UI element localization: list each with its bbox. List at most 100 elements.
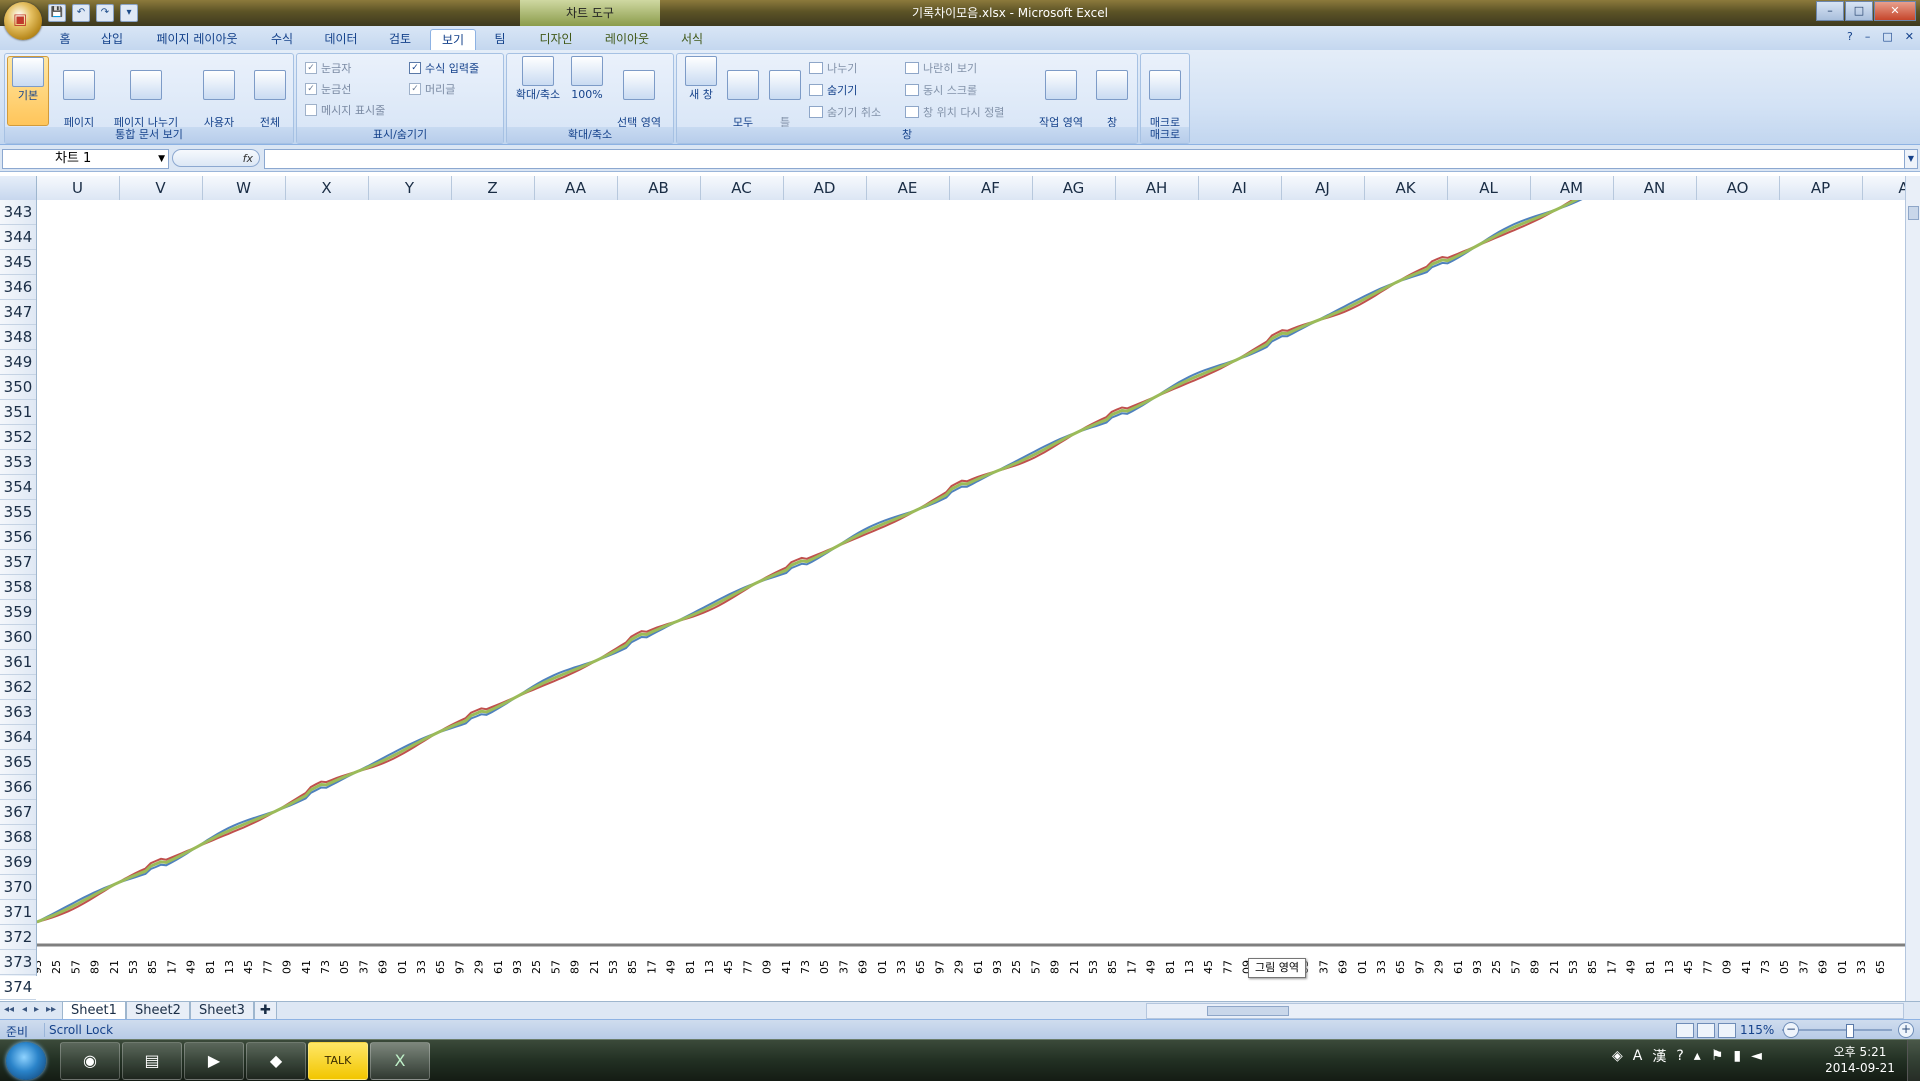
line-chart[interactable]: 93 25 57 89 21 53 85 17 49 81 13 45 77 09 41 73 05 37 69 01… [37,200,1910,976]
column-header[interactable]: AB [617,176,701,200]
last-sheet-icon[interactable]: ▸▸ [46,1004,56,1015]
prev-sheet-icon[interactable]: ◂ [22,1004,27,1015]
signal-icon[interactable]: ▮ [1733,1048,1741,1064]
sheet-tab-2[interactable]: Sheet2 [126,1002,190,1020]
sheet-tab-3[interactable]: Sheet3 [190,1002,254,1020]
new-window-button[interactable]: 새 창 [681,56,721,102]
row-header[interactable]: 349 [0,350,36,375]
row-header[interactable]: 350 [0,375,36,400]
minimize-button[interactable]: – [1816,1,1844,21]
zoom-button[interactable]: 확대/축소 [511,56,565,102]
taskbar-visual-studio-icon[interactable]: ◆ [246,1042,306,1080]
headings-checkbox[interactable]: ✓ 머리글 [409,81,455,97]
column-header[interactable]: AN [1613,176,1697,200]
taskbar-chrome-icon[interactable]: ◉ [60,1042,120,1080]
row-header[interactable]: 369 [0,850,36,875]
row-header[interactable]: 351 [0,400,36,425]
row-header[interactable]: 344 [0,225,36,250]
horizontal-scrollbar[interactable] [1146,1003,1904,1019]
column-header[interactable]: AG [1032,176,1116,200]
tab-view[interactable]: 보기 [430,29,476,50]
message-bar-checkbox[interactable]: 메시지 표시줄 [305,102,385,118]
row-header[interactable]: 346 [0,275,36,300]
ime-lang-indicator[interactable]: A [1633,1048,1643,1064]
taskbar-media-player-icon[interactable]: ▶ [184,1042,244,1080]
formula-input[interactable] [264,149,1906,169]
unhide-window-button[interactable]: 숨기기 취소 [809,104,881,120]
row-header[interactable]: 359 [0,600,36,625]
column-header[interactable]: Y [368,176,452,200]
scroll-thumb[interactable] [1207,1006,1289,1016]
row-header[interactable]: 348 [0,325,36,350]
ribbon-minimize-icon[interactable]: – [1865,30,1871,43]
redo-icon[interactable]: ↷ [96,4,114,22]
help-icon[interactable]: ? [1847,30,1853,43]
system-clock[interactable]: 오후 5:21 2014-09-21 [1820,1044,1900,1076]
maximize-button[interactable]: □ [1845,1,1873,21]
row-header[interactable]: 368 [0,825,36,850]
row-header[interactable]: 345 [0,250,36,275]
normal-view-icon[interactable] [1676,1023,1694,1038]
column-header[interactable]: AI [1198,176,1282,200]
show-desktop-button[interactable] [1907,1040,1920,1081]
row-header[interactable]: 343 [0,200,36,225]
page-break-icon[interactable] [1718,1023,1736,1038]
row-header[interactable]: 357 [0,550,36,575]
undo-icon[interactable]: ↶ [72,4,90,22]
zoom-level[interactable]: 115% [1740,1023,1774,1037]
tab-formulas[interactable]: 수식 [260,29,304,49]
page-layout-icon[interactable] [1697,1023,1715,1038]
taskbar-excel-icon[interactable]: X [370,1042,430,1080]
insert-function-button[interactable]: fx [172,149,260,167]
taskbar-kakaotalk-icon[interactable]: TALK [308,1042,368,1080]
reset-window-position-button[interactable]: 창 위치 다시 정렬 [905,104,1004,120]
row-header[interactable]: 371 [0,900,36,925]
tab-data[interactable]: 데이터 [316,29,366,49]
start-button[interactable] [6,1042,46,1080]
column-header[interactable]: AF [949,176,1033,200]
row-header[interactable]: 372 [0,925,36,950]
zoom-slider-thumb[interactable] [1846,1024,1854,1038]
column-header[interactable]: AD [783,176,867,200]
column-header[interactable]: AE [866,176,950,200]
gridlines-checkbox[interactable]: ✓ 눈금선 [305,81,351,97]
synchronous-scrolling-button[interactable]: 동시 스크롤 [905,82,977,98]
tab-insert[interactable]: 삽입 [92,29,132,49]
action-center-flag-icon[interactable]: ⚑ [1711,1048,1724,1064]
row-header[interactable]: 355 [0,500,36,525]
column-header[interactable]: U [36,176,120,200]
zoom-in-icon[interactable]: + [1898,1022,1914,1038]
row-header[interactable]: 352 [0,425,36,450]
next-sheet-icon[interactable]: ▸ [34,1004,39,1015]
column-header[interactable]: X [285,176,369,200]
tab-page-layout[interactable]: 페이지 레이아웃 [144,29,250,49]
first-sheet-icon[interactable]: ◂◂ [4,1004,14,1015]
tab-review[interactable]: 검토 [378,29,422,49]
column-header[interactable]: Z [451,176,535,200]
row-header[interactable]: 367 [0,800,36,825]
column-header[interactable]: AL [1447,176,1531,200]
select-all-corner[interactable] [0,176,37,200]
ribbon-restore-icon[interactable]: □ [1882,30,1892,43]
view-side-by-side-button[interactable]: 나란히 보기 [905,60,977,76]
zoom-100-button[interactable]: 100% [569,56,605,102]
row-header[interactable]: 363 [0,700,36,725]
row-header[interactable]: 347 [0,300,36,325]
column-header[interactable]: AM [1530,176,1614,200]
tab-format[interactable]: 서식 [670,29,714,49]
network-shield-icon[interactable]: ◈ [1612,1048,1623,1064]
row-header[interactable]: 362 [0,675,36,700]
vertical-scrollbar[interactable] [1905,176,1920,1014]
volume-icon[interactable]: ◄ [1751,1048,1762,1064]
column-header[interactable]: V [119,176,203,200]
scroll-thumb[interactable] [1908,206,1919,220]
row-header[interactable]: 365 [0,750,36,775]
row-header[interactable]: 360 [0,625,36,650]
row-header[interactable]: 370 [0,875,36,900]
column-header[interactable]: AH [1115,176,1199,200]
ribbon-close-icon[interactable]: ✕ [1905,30,1914,43]
hide-window-button[interactable]: 숨기기 [809,82,857,98]
insert-sheet-icon[interactable]: ✚ [254,1002,277,1020]
row-header[interactable]: 366 [0,775,36,800]
row-header[interactable]: 361 [0,650,36,675]
